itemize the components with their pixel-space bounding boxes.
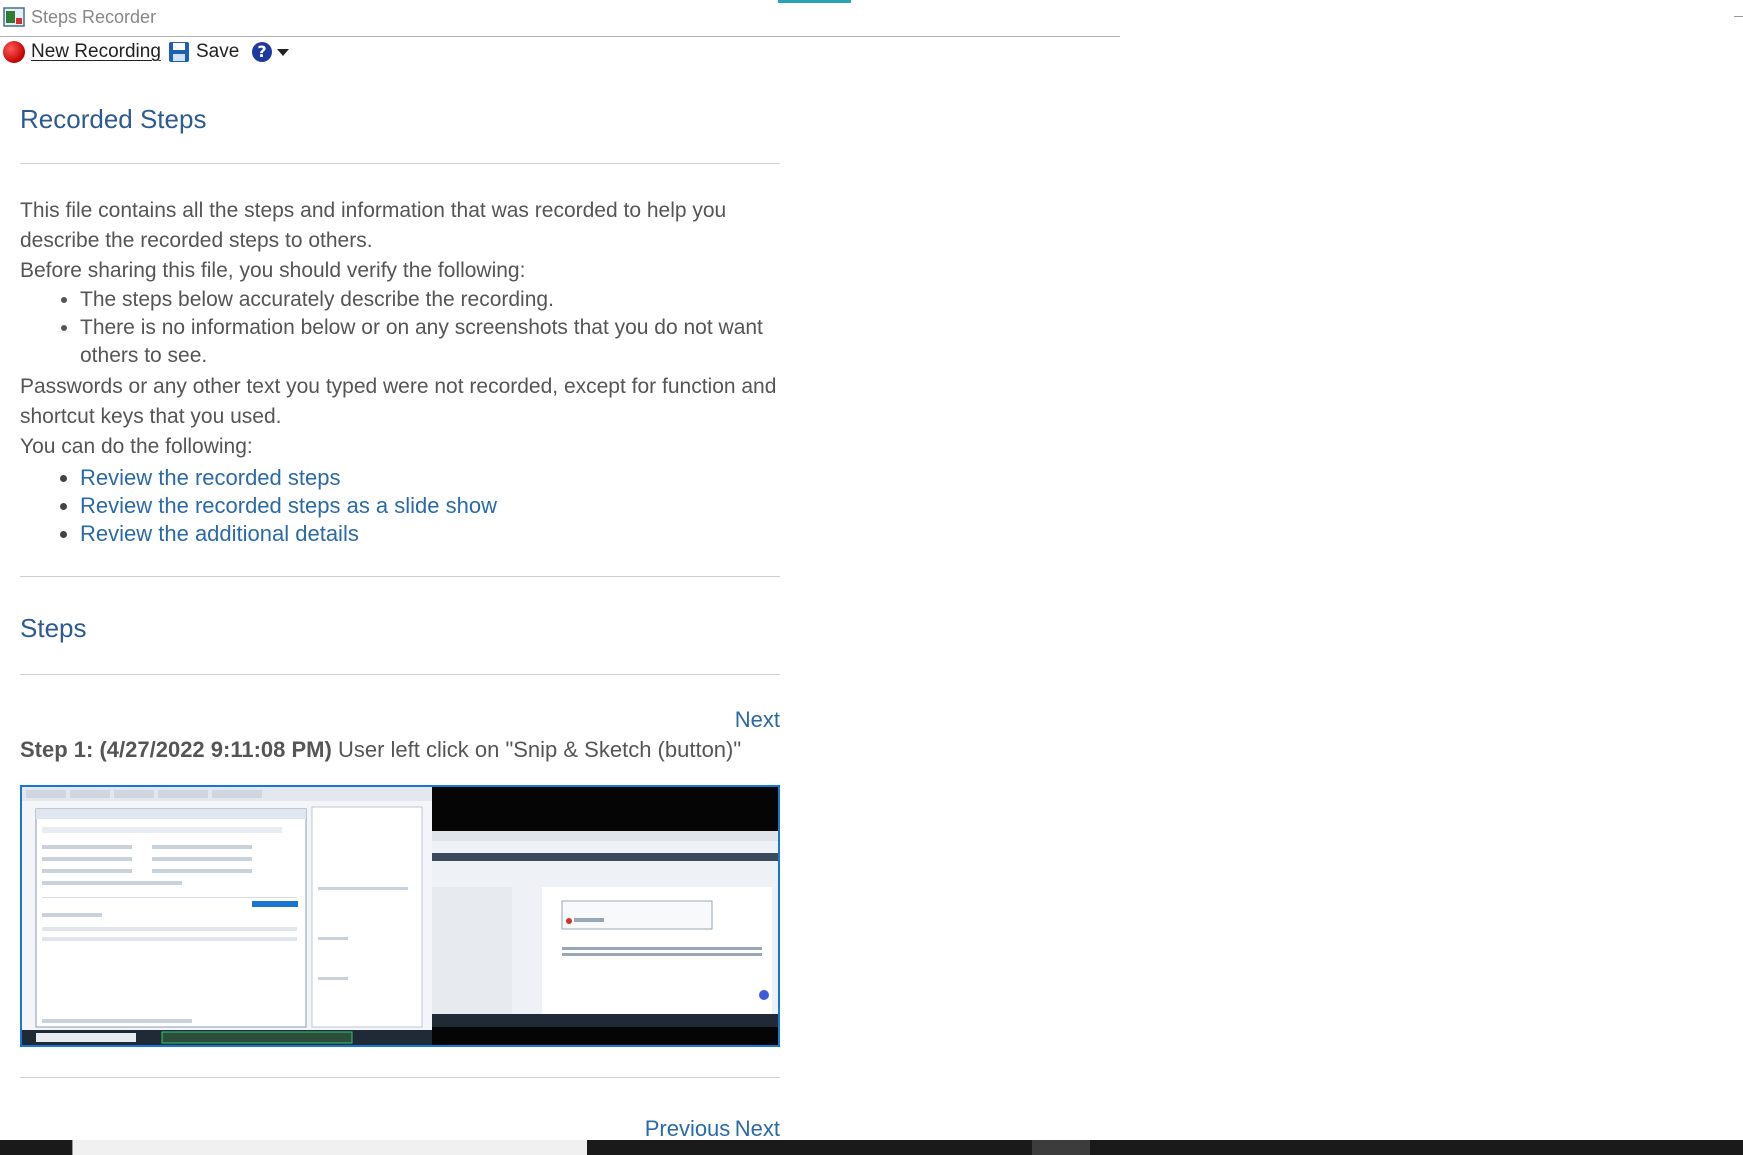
next-link[interactable]: Next	[735, 707, 780, 732]
system-taskbar	[0, 1140, 1743, 1155]
passwords-note: Passwords or any other text you typed we…	[20, 375, 777, 428]
divider	[20, 163, 780, 164]
list-item: The steps below accurately describe the …	[80, 286, 780, 314]
save-label: Save	[196, 41, 240, 62]
divider	[20, 1077, 780, 1078]
step-1-description: User left click on "Snip & Sketch (butto…	[337, 737, 742, 762]
list-item: Review the recorded steps	[80, 464, 780, 492]
list-item: Review the recorded steps as a slide sho…	[80, 492, 780, 520]
intro-paragraph: This file contains all the steps and inf…	[20, 199, 727, 252]
taskbar-active-app[interactable]	[1032, 1140, 1090, 1155]
verify-list: The steps below accurately describe the …	[20, 286, 780, 370]
slide-show-link[interactable]: Review the recorded steps as a slide sho…	[80, 493, 497, 518]
next-link-bottom[interactable]: Next	[735, 1116, 780, 1141]
minimize-glyph[interactable]	[1734, 16, 1743, 17]
step-1-label: Step 1: (4/27/2022 9:11:08 PM)	[20, 737, 332, 762]
list-item: Review the additional details	[80, 520, 780, 548]
previous-link[interactable]: Previous	[645, 1116, 731, 1141]
step-1-screenshot[interactable]	[20, 785, 780, 1047]
new-recording-button[interactable]: New Recording	[3, 38, 161, 66]
steps-recorder-app-icon	[3, 7, 25, 27]
save-button[interactable]: Save	[168, 38, 239, 66]
window-title: Steps Recorder	[31, 7, 157, 27]
step-nav-bottom: Previous Next	[20, 1116, 780, 1142]
active-tab-indicator	[778, 0, 851, 3]
toolbar: New Recording Save ?	[0, 38, 400, 68]
step-1-caption: Step 1: (4/27/2022 9:11:08 PM) User left…	[20, 737, 780, 763]
recorded-steps-heading: Recorded Steps	[20, 104, 207, 134]
verify-intro: Before sharing this file, you should ver…	[20, 259, 526, 282]
screenshot-thumbnail-image	[22, 787, 778, 1045]
new-recording-label: New Recording	[31, 41, 161, 62]
divider	[20, 576, 780, 577]
record-icon	[3, 41, 25, 63]
floppy-disk-icon	[169, 42, 189, 62]
options-intro: You can do the following:	[20, 435, 253, 458]
divider	[20, 674, 780, 675]
main-content: Recorded Steps This file contains all th…	[20, 94, 780, 763]
taskbar-search-box[interactable]	[72, 1140, 587, 1155]
help-icon: ?	[252, 42, 272, 62]
review-steps-link[interactable]: Review the recorded steps	[80, 465, 340, 490]
list-item: There is no information below or on any …	[80, 314, 780, 370]
title-bar: Steps Recorder	[0, 0, 1120, 37]
step-nav-top: Next	[20, 707, 780, 733]
help-dropdown-button[interactable]: ?	[252, 38, 289, 66]
options-list: Review the recorded steps Review the rec…	[20, 464, 780, 548]
steps-heading: Steps	[20, 613, 87, 643]
additional-details-link[interactable]: Review the additional details	[80, 521, 359, 546]
chevron-down-icon	[277, 48, 289, 56]
